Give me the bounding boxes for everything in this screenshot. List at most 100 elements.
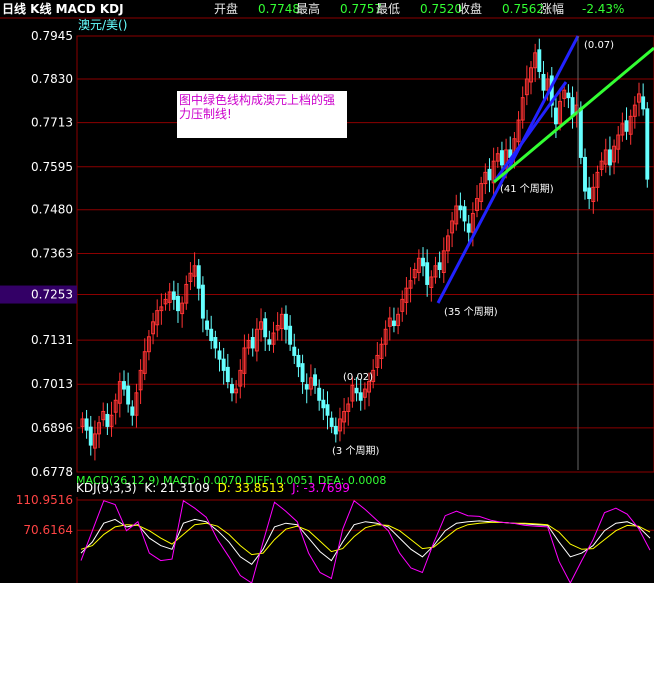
candle [516,111,521,149]
candle [288,315,293,351]
candle [254,318,259,362]
candle [607,136,612,176]
candle [325,391,330,430]
candle [246,333,251,355]
candle [296,348,301,378]
candle [495,146,500,168]
price-tick-label: 0.7131 [31,333,73,347]
candle [313,368,317,394]
candle [159,293,164,325]
annotation-note: 图中绿色线构成澳元上档的强力压制线! [177,91,347,138]
candle [641,83,646,116]
candle [275,312,280,341]
candle [400,290,405,322]
candle [184,275,189,310]
change-label: 涨幅 [540,2,565,16]
candle [271,321,276,353]
candle [238,359,243,399]
price-tick-label: 0.7480 [31,203,73,217]
candle [433,256,438,284]
annotation-0-07: (0.07) [584,40,614,51]
price-axis: 0.7945 0.7830 0.7713 0.7595 0.7480 0.7363 0.72… [31,29,73,479]
chart-canvas: 0.7945 0.7830 0.7713 0.7595 0.7480 0.7363 0.72… [0,17,654,583]
change-value: -2.43% [582,2,625,16]
candle [122,370,126,396]
candle [408,267,413,303]
candle [632,96,637,129]
candle [134,383,139,428]
candle [475,185,479,218]
chart-title: 日线 K线 MACD KDJ [2,2,124,16]
candle [279,307,284,341]
candle [479,176,484,211]
candle [142,338,147,381]
candle [595,165,600,202]
price-tick-label: 0.7595 [31,160,73,174]
candle [138,359,143,405]
kdj-tick-label: 70.6164 [23,523,73,537]
annotation-41-periods: (41 个周期) [500,183,554,195]
candle [628,109,633,145]
kdj-d-value: D: 33.8513 [218,481,285,495]
candle [113,393,118,425]
candle [616,126,621,164]
candle [213,330,218,359]
candle [487,158,492,193]
open-label: 开盘 [214,2,239,16]
kdj-label: KDJ(9,3,3) K: 21.3109 D: 33.8513 J: -3.7… [76,481,350,495]
candle [396,307,401,335]
candle [97,415,102,449]
price-tick-label: 0.7830 [31,72,73,86]
open-value: 0.7748 [258,2,300,16]
candle [375,341,380,376]
candle [259,308,263,342]
kdj-series-j [80,499,651,583]
price-tick-label: 0.6778 [31,465,73,479]
kdj-lines [80,499,651,583]
price-tick-label: 0.7945 [31,29,73,43]
price-tick-label: 0.7253 [31,288,73,302]
price-tick-label: 0.7013 [31,377,73,391]
candle [624,107,629,140]
candle [645,102,650,188]
green-resistance-line [493,46,654,184]
low-label: 最低 [376,2,401,16]
candle [620,112,625,142]
candle [612,139,617,175]
candle [230,377,234,402]
candle [200,276,205,333]
candle [383,320,388,357]
candle [529,61,533,95]
price-tick-label: 0.6896 [31,421,73,435]
candle [637,82,641,117]
candle [171,280,176,310]
candle [105,403,110,436]
candle [416,249,421,282]
candle [117,372,122,418]
candle [450,211,455,248]
candle [176,282,180,323]
candle [429,270,434,302]
candle [92,420,97,461]
candle [587,176,592,209]
candle [583,148,587,200]
candle [346,397,351,426]
candle [126,372,131,413]
candle [167,282,172,311]
kdj-tick-label: 110.9516 [16,493,73,507]
candle [267,330,272,351]
candle [441,237,446,283]
candle [379,337,384,369]
candle [491,147,496,198]
candle [205,309,210,337]
candle [321,389,326,421]
candle [225,353,230,389]
candle [524,65,529,106]
candle [84,409,89,439]
candle [263,312,268,351]
candle [603,138,608,173]
price-tick-label: 0.7363 [31,246,73,260]
candle [454,194,459,231]
kdj-k-value: K: 21.3109 [144,481,209,495]
candle [242,334,247,388]
